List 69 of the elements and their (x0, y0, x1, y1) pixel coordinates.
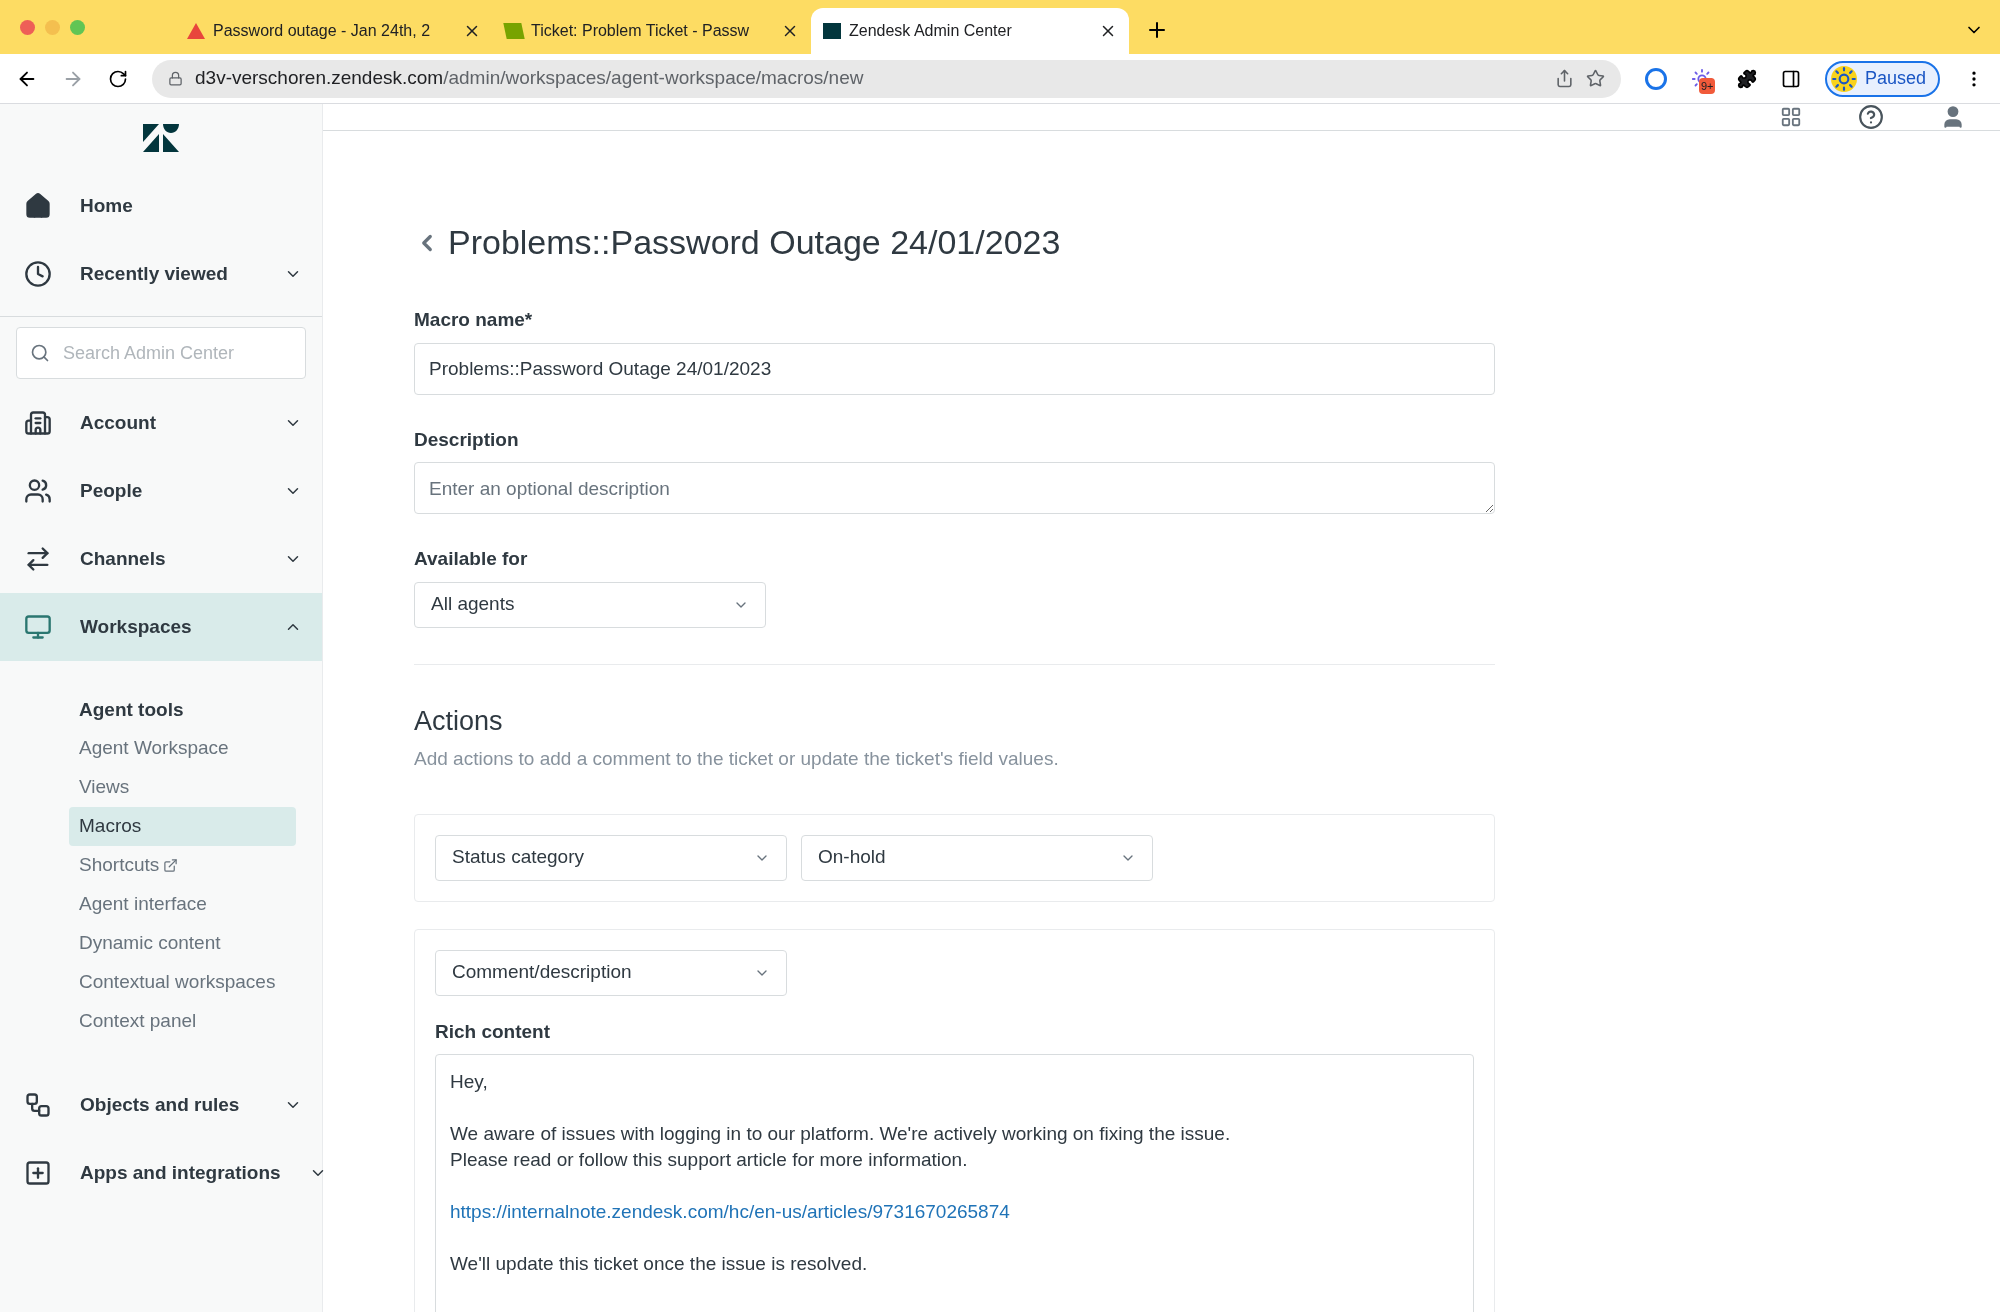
nav-item[interactable]: People (0, 457, 322, 525)
message-text: We'll update this ticket once the issue is resolved. (450, 1252, 868, 1276)
bookmark-star-icon[interactable] (1585, 69, 1605, 88)
field-label: Rich content (435, 1019, 552, 1044)
apps-icon (24, 1159, 52, 1187)
tab-title: Zendesk Admin Center (849, 21, 1013, 41)
browser-tab[interactable]: Ticket: Problem Ticket - Passw (493, 8, 811, 54)
dropdown-select[interactable]: On-hold (801, 834, 1153, 881)
external-link-icon (163, 858, 179, 873)
nav-item[interactable]: Apps and integrations (0, 1139, 322, 1207)
workflow-icon (24, 1091, 52, 1119)
building-icon (24, 409, 52, 437)
field-label: Macro name* (414, 308, 534, 332)
address-bar[interactable]: d3v-verschoren.zendesk.com/admin/workspaces/agent-workspace/macros/new (152, 59, 1621, 98)
nav-subitem[interactable]: Views (69, 768, 296, 807)
macro-name-field[interactable]: Problems::Password Outage 24/01/2023 (414, 342, 1495, 395)
home-icon (24, 192, 52, 220)
field-label: Description (414, 427, 520, 452)
nav-subitem[interactable]: Macros (69, 807, 296, 846)
dropdown-select[interactable]: Comment/description (435, 949, 787, 996)
profile-button[interactable]: Paused (1824, 60, 1940, 97)
help-icon[interactable] (1858, 104, 1884, 130)
nav-item[interactable]: Workspaces (0, 593, 322, 661)
nav-subitem[interactable]: Contextual workspaces (69, 963, 296, 1002)
site-favicon-icon (823, 23, 841, 39)
nav-subitem[interactable]: Context panel (69, 1002, 296, 1041)
section-hint: Add actions to add a comment to the ticket or update the ticket's field values. (414, 747, 1060, 771)
nav-item[interactable]: Home (0, 172, 322, 240)
reload-icon[interactable] (108, 68, 128, 89)
search-field[interactable]: Search Admin Center (16, 327, 306, 379)
field-label: Available for (414, 547, 529, 571)
description-field[interactable]: Enter an optional description (414, 462, 1495, 514)
article-link[interactable]: https://internalnote.zendesk.com/hc/en-us/articles/9731670265874 (450, 1199, 1010, 1225)
url-host: d3v-verschoren.zendesk.com (195, 66, 444, 91)
nav-item[interactable]: Recently viewed (0, 240, 322, 308)
side-panel-icon[interactable] (1780, 68, 1801, 89)
section-heading: Actions (414, 704, 504, 738)
nav-subitem[interactable]: Agent interface (69, 885, 296, 924)
browser-tab[interactable]: Password outage - Jan 24th, 2 (175, 8, 493, 54)
monitor-icon (24, 613, 52, 641)
nav-item[interactable]: Channels (0, 525, 322, 593)
nav-subitem[interactable]: Shortcuts (69, 846, 296, 885)
page-title: Problems::Password Outage 24/01/2023 (448, 222, 1061, 263)
site-favicon-icon (503, 23, 525, 39)
share-icon[interactable] (1554, 69, 1574, 88)
message-text: Please read or follow this support article for more information. (450, 1148, 968, 1172)
browser-tab[interactable]: Zendesk Admin Center (811, 8, 1129, 54)
notification-badge: 9+ (1698, 77, 1716, 94)
dropdown-select[interactable]: Status category (435, 834, 787, 881)
dropdown-select[interactable]: All agents (414, 581, 766, 628)
nav-subitem[interactable]: Agent Workspace (69, 729, 296, 768)
clock-icon (24, 260, 52, 288)
search-icon (30, 343, 50, 363)
nav-subitem[interactable]: Dynamic content (69, 924, 296, 963)
people-icon (24, 477, 52, 505)
section-heading: Agent tools (78, 697, 185, 722)
tab-title: Ticket: Problem Ticket - Passw (531, 21, 751, 41)
tab-title: Password outage - Jan 24th, 2 (213, 21, 432, 41)
password-manager-icon[interactable] (1644, 67, 1667, 90)
lock-icon (168, 71, 183, 86)
logo-icon (143, 124, 179, 152)
products-grid-icon[interactable] (1780, 106, 1802, 128)
url-path: /admin/workspaces/agent-workspace/macros/new (443, 66, 864, 91)
nav-item[interactable]: Account (0, 389, 322, 457)
message-text: We aware of issues with logging in to our platform. We're actively working on fixing the issue. (450, 1122, 1231, 1146)
nav-item[interactable]: Objects and rules (0, 1071, 322, 1139)
extensions-icon[interactable] (1736, 68, 1757, 89)
avatar-sun-icon (1830, 65, 1857, 92)
message-text: Hey, (450, 1070, 488, 1094)
